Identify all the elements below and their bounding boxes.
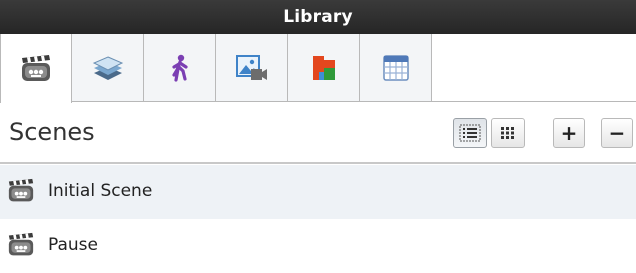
- layers-icon: [92, 56, 123, 80]
- library-tab-bar: [0, 34, 636, 103]
- tab-media[interactable]: [216, 34, 288, 102]
- list-view-icon: [459, 124, 481, 142]
- image-video-icon: [235, 55, 267, 80]
- list-item[interactable]: Pause: [0, 219, 636, 273]
- section-title: Scenes: [9, 118, 95, 146]
- tab-table[interactable]: [360, 34, 432, 102]
- tab-scenes[interactable]: [0, 34, 72, 103]
- clapperboard-icon: [8, 178, 34, 202]
- tab-layers[interactable]: [72, 34, 144, 102]
- tab-characters[interactable]: [144, 34, 216, 102]
- remove-scene-button[interactable]: −: [601, 118, 633, 148]
- add-scene-button[interactable]: +: [553, 118, 585, 148]
- section-separator: [0, 162, 636, 164]
- walking-person-icon: [171, 54, 188, 82]
- tab-bar-empty-space: [504, 34, 636, 102]
- plus-icon: +: [560, 121, 578, 145]
- panel-title-bar: Library: [0, 0, 636, 34]
- list-item[interactable]: Initial Scene: [0, 165, 636, 219]
- clapperboard-icon: [22, 54, 50, 81]
- tab-puzzle[interactable]: [288, 34, 360, 102]
- panel-title: Library: [283, 7, 353, 27]
- table-grid-icon: [382, 55, 409, 81]
- list-item-label: Initial Scene: [48, 181, 153, 201]
- section-toolbar: Scenes + −: [0, 102, 636, 162]
- grid-view-button[interactable]: [491, 118, 525, 148]
- list-item-label: Pause: [48, 235, 98, 255]
- minus-icon: −: [608, 121, 626, 145]
- list-view-button[interactable]: [453, 118, 487, 148]
- clapperboard-icon: [8, 232, 34, 256]
- puzzle-blocks-icon: [312, 56, 335, 80]
- grid-view-icon: [501, 127, 514, 139]
